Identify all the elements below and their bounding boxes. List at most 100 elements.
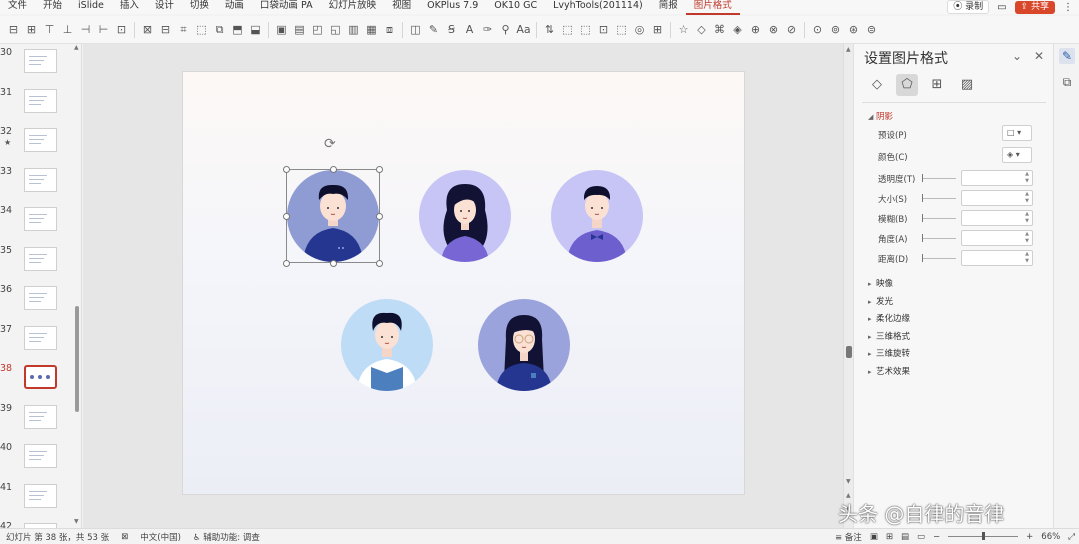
arrange-icon[interactable]: ⧉ (212, 22, 227, 37)
effects-tab-icon[interactable]: ⬠ (896, 74, 918, 96)
text-fill-icon[interactable]: Ꞩ (444, 22, 459, 37)
align-top-icon[interactable]: ⊤ (42, 22, 57, 37)
slide-thumbnail[interactable]: 38 (0, 363, 81, 393)
dot-icon[interactable]: ⊙ (810, 22, 825, 37)
transparency-slider[interactable] (922, 174, 956, 182)
circle-icon[interactable]: ◎ (632, 22, 647, 37)
menu-item[interactable]: 幻灯片放映 (321, 0, 385, 15)
avatar-girl-long-hair[interactable] (419, 170, 511, 262)
send-backward-icon[interactable]: ⬓ (248, 22, 263, 37)
align-middle-icon[interactable]: ⊢ (96, 22, 111, 37)
scroll-up-icon[interactable]: ▲ (74, 44, 79, 51)
menu-item[interactable]: 切换 (182, 0, 217, 15)
slide-thumbnail[interactable]: 33 (0, 166, 81, 196)
collapsed-section-header[interactable]: ▸ 发光 (868, 295, 893, 307)
avatar-boy-bowtie[interactable] (551, 170, 643, 262)
resize-handle-s[interactable] (330, 260, 337, 267)
fit-to-window-icon[interactable]: ⤢ (1068, 532, 1075, 542)
size-slider[interactable] (922, 194, 956, 202)
angle-input[interactable]: ▲ ▼ (961, 230, 1033, 246)
zoom-slider[interactable] (948, 532, 1019, 540)
resize-handle-n[interactable] (330, 166, 337, 173)
shape-fill-icon[interactable]: ▣ (274, 22, 289, 37)
shadow-section-header[interactable]: ◢ 阴影 (868, 110, 893, 122)
menu-item[interactable]: 视图 (384, 0, 419, 15)
scroll-down-icon[interactable]: ▼ (846, 478, 851, 485)
shape-outline-icon[interactable]: ▤ (292, 22, 307, 37)
slide-thumbnail[interactable]: 41 (0, 482, 81, 512)
pane-options-chevron-icon[interactable]: ⌄ (1012, 49, 1022, 63)
format-pane-icon[interactable]: ✎ (1059, 48, 1075, 64)
scroll-up-icon[interactable]: ▲ (846, 46, 851, 53)
slide-thumbnail[interactable]: 42 (0, 521, 81, 528)
layout-icon[interactable]: ◫ (408, 22, 423, 37)
more-options-icon[interactable]: ⋮ (1063, 2, 1073, 13)
slide-sorter-icon[interactable]: ⊞ (886, 532, 893, 542)
slide-thumbnail[interactable]: 40 (0, 442, 81, 472)
blur-input[interactable]: ▲ ▼ (961, 210, 1033, 226)
group-icon[interactable]: ⊟ (158, 22, 173, 37)
collapsed-section-header[interactable]: ▸ 三维旋转 (868, 347, 910, 359)
select-icon[interactable]: ⊡ (596, 22, 611, 37)
slide-thumbnail[interactable]: 32 ★ (0, 126, 81, 156)
collapsed-section-header[interactable]: ▸ 映像 (868, 277, 893, 289)
size-input[interactable]: ▲ ▼ (961, 190, 1033, 206)
menu-item[interactable]: OKPlus 7.9 (419, 0, 486, 15)
size-properties-tab-icon[interactable]: ⊞ (926, 74, 948, 96)
picture-style-icon[interactable]: ◱ (328, 22, 343, 37)
color-icon[interactable]: ◈ (730, 22, 745, 37)
find-icon[interactable]: ⚲ (498, 22, 513, 37)
menu-item[interactable]: 文件 (0, 0, 35, 15)
canvas-vertical-scrollbar[interactable]: ▲ ▼ ▲ ▼ (843, 44, 853, 528)
blur-slider[interactable] (922, 214, 956, 222)
remove-icon[interactable]: ⊗ (766, 22, 781, 37)
share-button[interactable]: ⇪ 共享 (1014, 0, 1055, 14)
crop-icon[interactable]: ⬚ (194, 22, 209, 37)
menu-item[interactable]: 开始 (35, 0, 70, 15)
accessibility-status[interactable]: ♿ 辅助功能: 调查 (187, 531, 266, 543)
avatar-boy-uniform[interactable] (341, 299, 433, 391)
menu-item[interactable]: 动画 (217, 0, 252, 15)
pattern-icon[interactable]: ▦ (364, 22, 379, 37)
layer-icon[interactable]: ⧈ (382, 22, 397, 37)
collapsed-section-header[interactable]: ▸ 三维格式 (868, 330, 910, 342)
font-case-icon[interactable]: Aa (516, 22, 531, 37)
align-center-icon[interactable]: ⊞ (24, 22, 39, 37)
comment-icon[interactable]: ▭ (997, 2, 1006, 13)
zoom-in-icon[interactable]: + (1026, 532, 1033, 542)
picture-tab-icon[interactable]: ▨ (956, 74, 978, 96)
resize-handle-w[interactable] (283, 213, 290, 220)
slide-thumbnail[interactable]: 34 (0, 205, 81, 235)
star-icon[interactable]: ☆ (676, 22, 691, 37)
distribute-v-icon[interactable]: ⊠ (140, 22, 155, 37)
scroll-down-icon[interactable]: ▼ (74, 518, 79, 525)
selection-pane-icon[interactable]: ⧉ (1059, 74, 1075, 90)
avatar-girl-glasses[interactable] (478, 299, 570, 391)
slide-thumbnail[interactable]: 31 (0, 87, 81, 117)
close-icon[interactable]: ✕ (1034, 49, 1044, 63)
menu-item[interactable]: 简报 (651, 0, 686, 15)
notes-button[interactable]: ≡ 备注 (835, 531, 862, 543)
command-icon[interactable]: ⌘ (712, 22, 727, 37)
normal-view-icon[interactable]: ▣ (870, 532, 878, 542)
frame-icon[interactable]: ⬚ (560, 22, 575, 37)
text-outline-icon[interactable]: A (462, 22, 477, 37)
spellcheck-icon[interactable]: ⊠ (115, 532, 134, 542)
distance-slider[interactable] (922, 254, 956, 262)
slide-thumbnail[interactable]: 36 (0, 284, 81, 314)
pen-icon[interactable]: ✎ (426, 22, 441, 37)
resize-handle-e[interactable] (376, 213, 383, 220)
slide-thumbnail[interactable]: 35 (0, 245, 81, 275)
distribute-h-icon[interactable]: ⊡ (114, 22, 129, 37)
angle-slider[interactable] (922, 234, 956, 242)
resize-handle-se[interactable] (376, 260, 383, 267)
shape-effects-icon[interactable]: ◰ (310, 22, 325, 37)
grid-icon[interactable]: ⌗ (176, 22, 191, 37)
align-left-icon[interactable]: ⊟ (6, 22, 21, 37)
asterisk-icon[interactable]: ⊛ (846, 22, 861, 37)
slide-thumbnail[interactable]: 37 (0, 324, 81, 354)
thumbnail-scrollbar[interactable]: ▲ ▼ (74, 44, 80, 528)
align-bottom-icon[interactable]: ⊥ (60, 22, 75, 37)
border-icon[interactable]: ▥ (346, 22, 361, 37)
zoom-slider-knob[interactable] (982, 532, 986, 540)
